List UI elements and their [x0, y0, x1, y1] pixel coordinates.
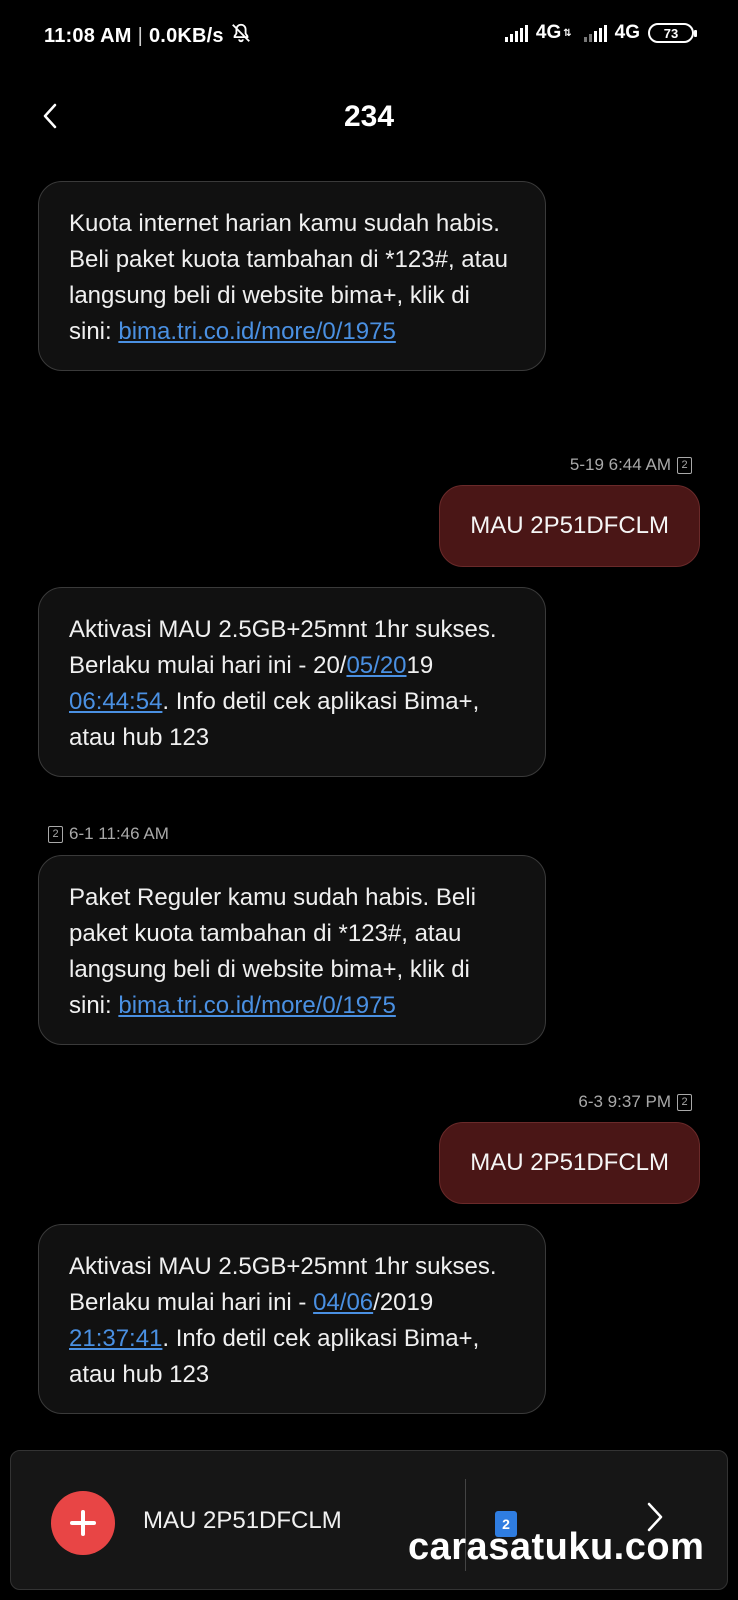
sim-2-icon: 2 — [677, 456, 692, 474]
signal-icon-sim2 — [583, 24, 607, 42]
message-bubble-outgoing[interactable]: MAU 2P51DFCLM — [439, 1122, 700, 1204]
message-link[interactable]: bima.tri.co.id/more/0/1975 — [118, 318, 395, 345]
status-net-speed: 0.0KB/s — [148, 24, 224, 47]
message-bubble-incoming[interactable]: Paket Reguler kamu sudah habis. Beli pak… — [38, 855, 546, 1045]
status-left: 11:08 AM | 0.0KB/s — [44, 22, 252, 50]
status-separator: | — [137, 24, 143, 47]
message-link[interactable]: bima.tri.co.id/more/0/1975 — [118, 992, 395, 1019]
timestamp-text: 6-1 11:46 AM — [69, 824, 169, 843]
message-bubble-outgoing[interactable]: MAU 2P51DFCLM — [439, 485, 700, 567]
message-link[interactable]: 06:44:54 — [69, 688, 162, 715]
message-timestamp: 2 6-1 11:46 AM — [48, 824, 169, 844]
message-bubble-incoming[interactable]: Kuota internet harian kamu sudah habis. … — [38, 181, 546, 371]
message-text: /2019 — [373, 1289, 434, 1316]
message-input[interactable]: MAU 2P51DFCLM — [143, 1507, 342, 1535]
conversation-header: 234 — [0, 86, 738, 150]
status-time: 11:08 AM — [44, 24, 132, 47]
timestamp-text: 6-3 9:37 PM — [578, 1092, 671, 1111]
message-bubble-incoming[interactable]: Aktivasi MAU 2.5GB+25mnt 1hr sukses. Ber… — [38, 587, 546, 777]
status-right: 4G ⇅ 4G 73 — [504, 22, 697, 44]
battery-icon: 73 — [648, 23, 697, 43]
status-bar: 11:08 AM | 0.0KB/s 4G ⇅ 4G 73 — [0, 0, 738, 72]
message-link[interactable]: 05/20 — [346, 652, 406, 679]
message-bubble-incoming[interactable]: Aktivasi MAU 2.5GB+25mnt 1hr sukses. Ber… — [38, 1224, 546, 1414]
conversation-title: 234 — [343, 100, 395, 133]
sim1-network-label: 4G — [535, 22, 562, 43]
sim-2-icon: 2 — [48, 825, 63, 843]
data-arrows-icon: ⇅ — [563, 27, 572, 39]
message-timestamp: 6-3 9:37 PM 2 — [578, 1092, 692, 1112]
plus-icon — [70, 1510, 96, 1536]
watermark: carasatuku.com — [408, 1526, 705, 1568]
bell-off-icon — [230, 22, 252, 50]
sim2-network-label: 4G — [614, 22, 640, 43]
message-text: 19 — [406, 652, 434, 679]
message-timestamp: 5-19 6:44 AM 2 — [570, 455, 692, 475]
message-link[interactable]: 21:37:41 — [69, 1325, 162, 1352]
attach-button[interactable] — [51, 1491, 115, 1555]
compose-bar: MAU 2P51DFCLM 2 — [10, 1450, 728, 1590]
signal-icon — [504, 24, 528, 42]
battery-level: 73 — [663, 25, 679, 41]
message-text: MAU 2P51DFCLM — [470, 1149, 669, 1176]
message-text: MAU 2P51DFCLM — [470, 512, 669, 539]
message-link[interactable]: 04/06 — [313, 1289, 373, 1316]
timestamp-text: 5-19 6:44 AM — [569, 455, 671, 474]
sim-2-icon: 2 — [677, 1093, 692, 1111]
